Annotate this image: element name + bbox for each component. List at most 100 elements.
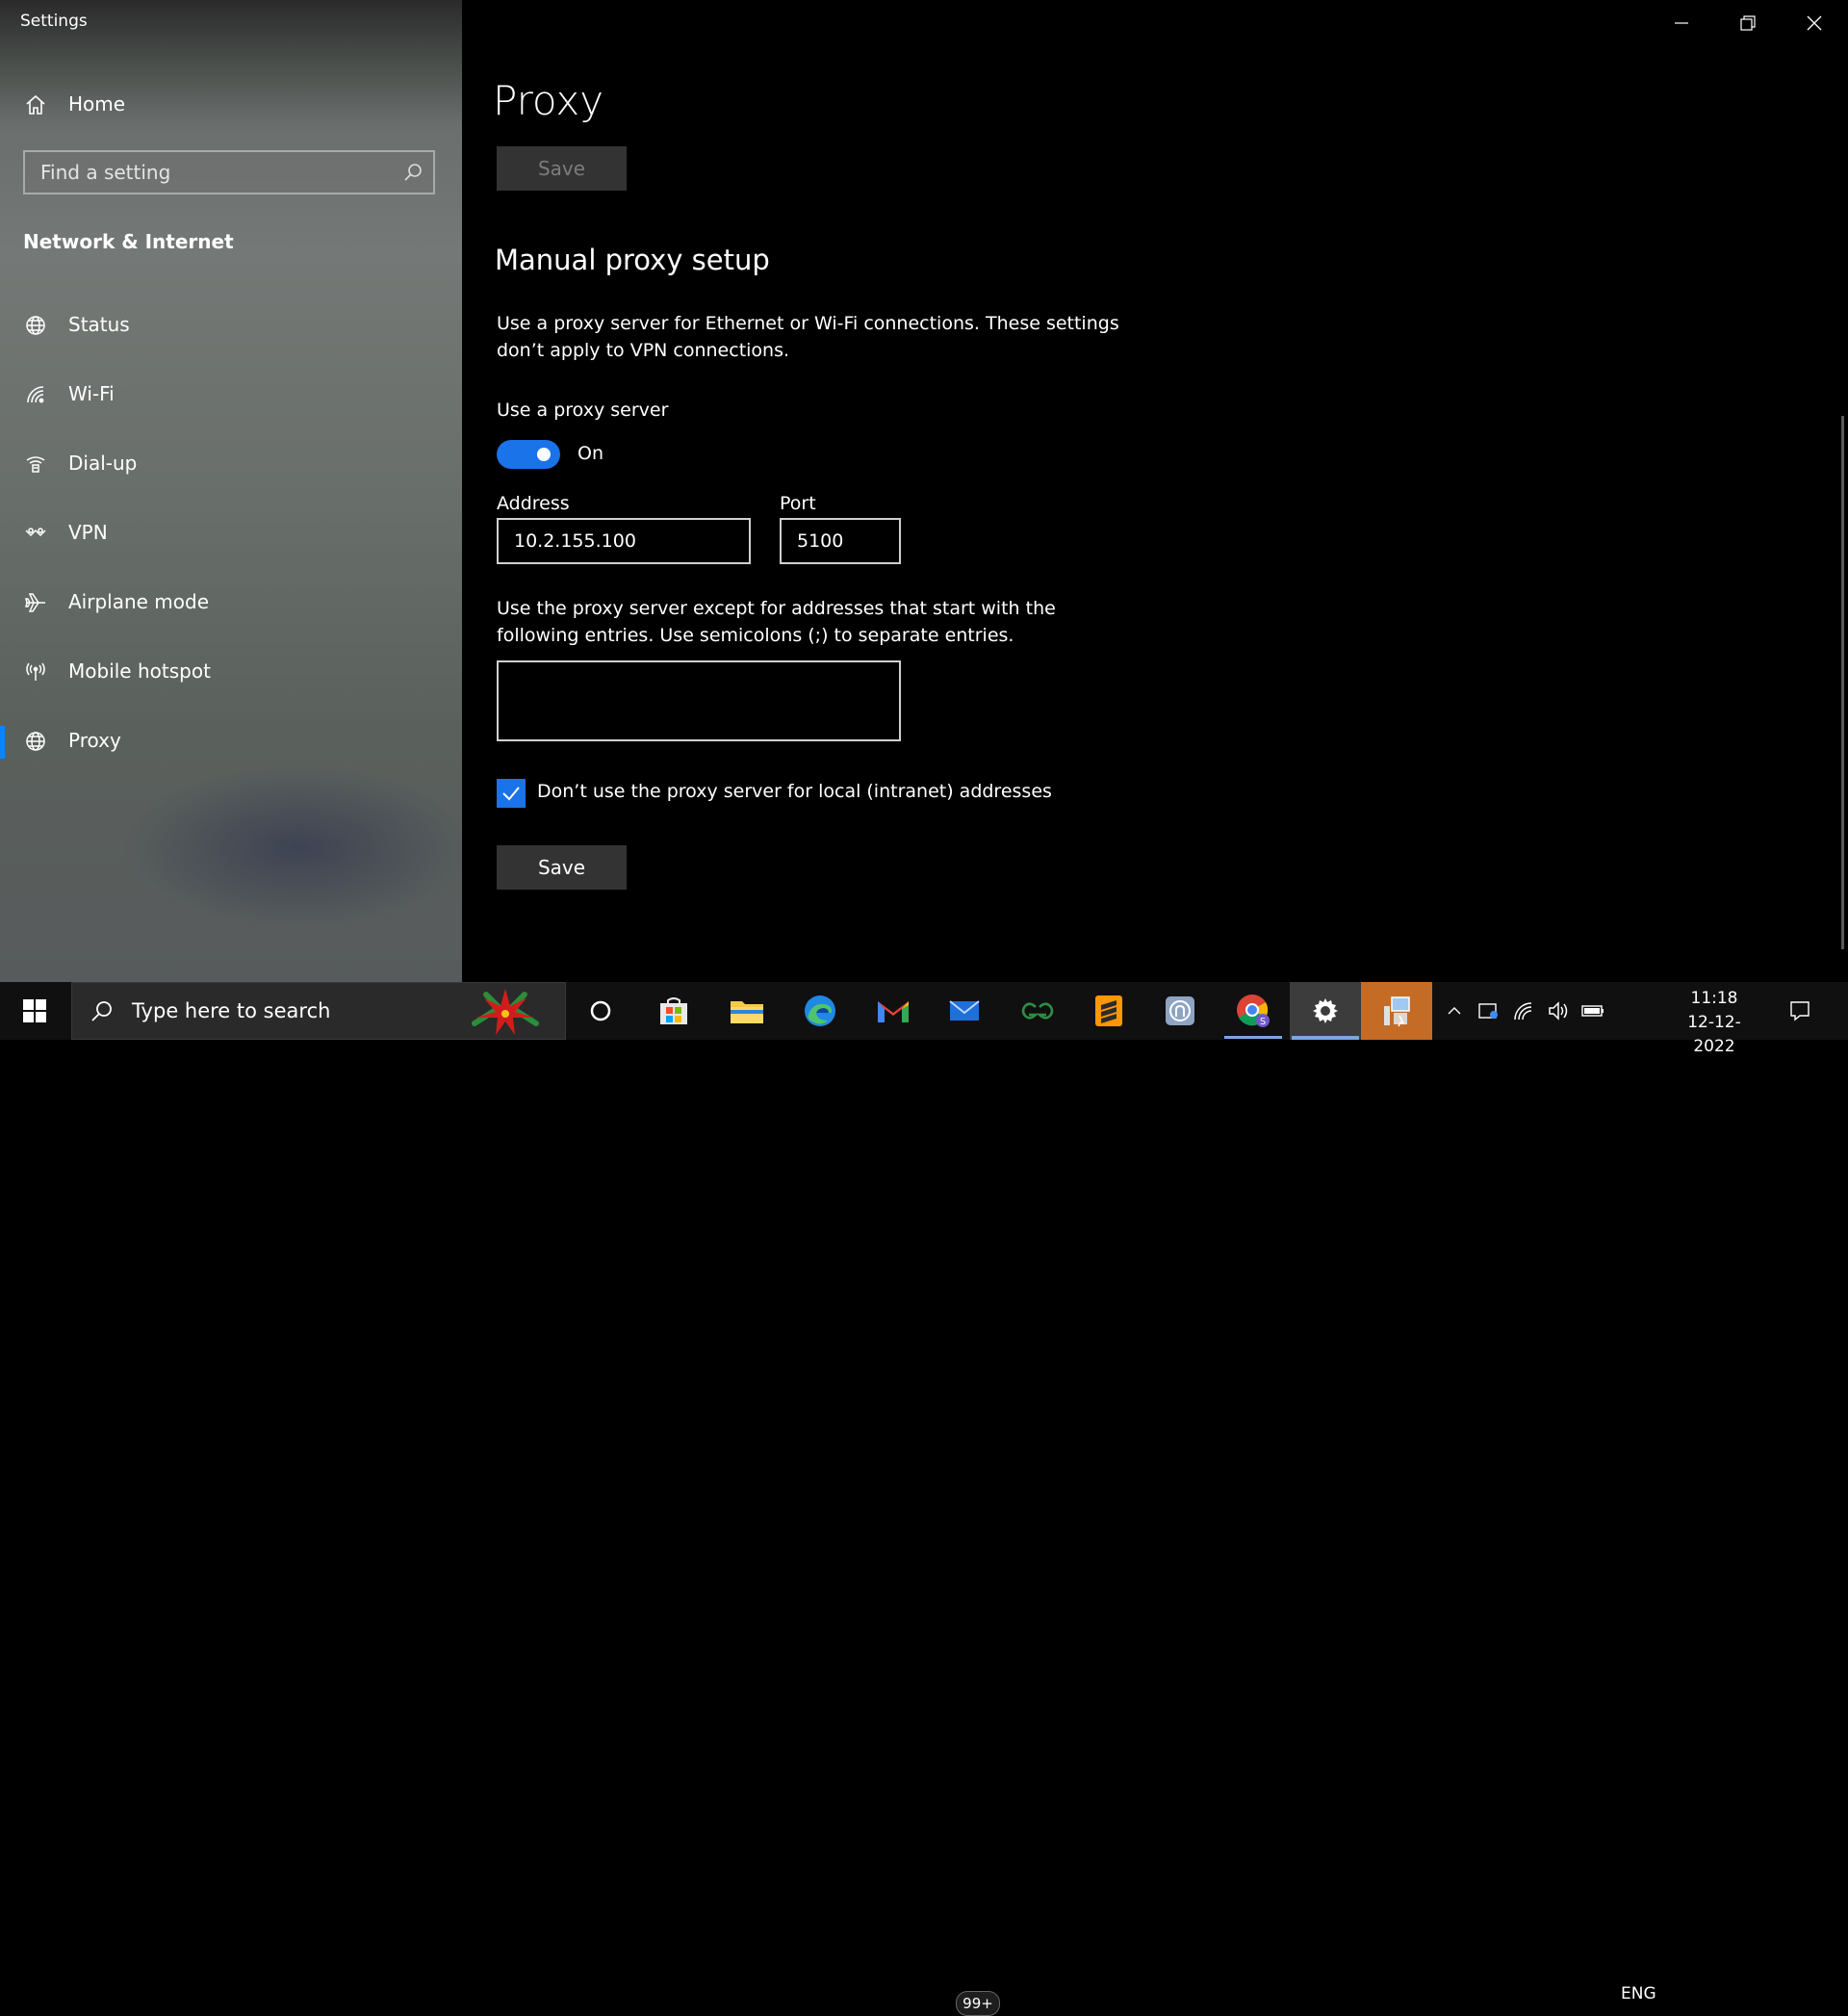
port-value: 5100 bbox=[797, 530, 844, 552]
page-title: Proxy bbox=[493, 77, 604, 124]
language-indicator[interactable]: ENG bbox=[1621, 1984, 1656, 2003]
action-center-button[interactable] bbox=[1771, 982, 1829, 1040]
sidebar-item-home[interactable]: Home bbox=[0, 87, 462, 123]
sidebar-item-label: Wi-Fi bbox=[68, 382, 115, 405]
taskbar-search-box[interactable]: Type here to search bbox=[71, 982, 566, 1040]
search-icon[interactable] bbox=[402, 162, 424, 183]
chevron-up-icon bbox=[1448, 1007, 1461, 1015]
sidebar-item-vpn[interactable]: VPN bbox=[0, 510, 462, 556]
sidebar-item-status[interactable]: Status bbox=[0, 302, 462, 349]
address-label: Address bbox=[497, 493, 570, 514]
minimize-button[interactable] bbox=[1648, 0, 1715, 46]
chrome-running-indicator bbox=[1224, 1036, 1282, 1039]
taskbar-app-fingerprint[interactable] bbox=[1149, 982, 1211, 1040]
clock-time: 11:18 bbox=[1690, 989, 1738, 1008]
taskbar-app-geeks[interactable] bbox=[1007, 982, 1068, 1040]
close-button[interactable] bbox=[1781, 0, 1848, 46]
restore-icon bbox=[1740, 15, 1756, 31]
port-label: Port bbox=[780, 493, 816, 514]
sidebar-item-label: VPN bbox=[68, 521, 108, 544]
taskbar-app-store[interactable] bbox=[643, 982, 705, 1040]
exceptions-description: Use the proxy server except for addresse… bbox=[497, 598, 1056, 646]
dialup-icon bbox=[23, 452, 48, 477]
settings-search-input[interactable]: Find a setting bbox=[23, 150, 435, 194]
mail-icon bbox=[949, 1000, 980, 1021]
taskbar-app-explorer[interactable] bbox=[716, 982, 778, 1040]
sidebar-item-wifi[interactable]: Wi-Fi bbox=[0, 372, 462, 418]
svg-text:S: S bbox=[1260, 1017, 1266, 1027]
windows-logo-icon bbox=[23, 999, 46, 1022]
toggle-knob bbox=[537, 448, 551, 461]
wifi-icon bbox=[1514, 1002, 1532, 1021]
globe-icon bbox=[23, 729, 48, 754]
sidebar: Settings Home Find a setting Network & I… bbox=[0, 0, 462, 982]
taskbar-app-sublime[interactable] bbox=[1078, 982, 1140, 1040]
port-input[interactable]: 5100 bbox=[780, 518, 901, 564]
start-button[interactable] bbox=[0, 982, 69, 1040]
home-icon bbox=[23, 92, 48, 117]
control-panel-icon bbox=[1384, 996, 1410, 1027]
tray-network[interactable] bbox=[1507, 982, 1540, 1040]
taskbar-app-gmail[interactable] bbox=[862, 982, 924, 1040]
home-label: Home bbox=[68, 92, 126, 116]
sublime-text-icon bbox=[1095, 995, 1122, 1026]
address-input[interactable]: 10.2.155.100 bbox=[497, 518, 751, 564]
airplane-icon bbox=[23, 590, 48, 615]
sidebar-item-label: Mobile hotspot bbox=[68, 659, 211, 683]
sidebar-item-mobile-hotspot[interactable]: Mobile hotspot bbox=[0, 649, 462, 695]
save-button-bottom[interactable]: Save bbox=[497, 845, 627, 890]
sidebar-item-airplane-mode[interactable]: Airplane mode bbox=[0, 580, 462, 626]
wifi-icon bbox=[23, 382, 48, 407]
minimize-icon bbox=[1675, 22, 1688, 24]
show-hidden-icons-button[interactable] bbox=[1438, 982, 1471, 1040]
search-placeholder: Find a setting bbox=[40, 161, 171, 184]
meet-now-icon bbox=[1478, 1003, 1498, 1019]
taskbar-app-chrome[interactable]: S bbox=[1222, 982, 1284, 1040]
save-button-top[interactable]: Save bbox=[497, 146, 627, 191]
local-addresses-checkbox[interactable] bbox=[497, 779, 526, 808]
chrome-icon: S bbox=[1237, 995, 1270, 1027]
local-addresses-label: Don’t use the proxy server for local (in… bbox=[537, 781, 1052, 802]
manual-proxy-heading: Manual proxy setup bbox=[495, 244, 770, 276]
task-view-button[interactable] bbox=[570, 982, 631, 1040]
sidebar-item-label: Dial-up bbox=[68, 452, 138, 475]
section-heading: Network & Internet bbox=[23, 230, 234, 253]
tray-meet-now[interactable] bbox=[1473, 982, 1505, 1040]
taskbar: Type here to search 99+ S ENG bbox=[0, 982, 1848, 2016]
sidebar-item-label: Proxy bbox=[68, 729, 121, 752]
use-proxy-toggle[interactable] bbox=[497, 440, 560, 469]
exceptions-textbox[interactable] bbox=[497, 660, 901, 741]
taskbar-app-control-panel[interactable] bbox=[1361, 982, 1432, 1040]
edge-icon bbox=[805, 995, 835, 1026]
microsoft-store-icon bbox=[660, 997, 687, 1024]
mail-badge: 99+ bbox=[956, 1991, 1000, 2016]
notification-icon bbox=[1790, 1001, 1810, 1021]
search-icon bbox=[91, 1001, 112, 1021]
globe-status-icon bbox=[23, 313, 48, 338]
gmail-icon bbox=[878, 1001, 909, 1022]
taskbar-search-placeholder: Type here to search bbox=[132, 999, 331, 1022]
sidebar-item-label: Airplane mode bbox=[68, 590, 210, 613]
restore-button[interactable] bbox=[1714, 0, 1782, 46]
fingerprint-app-icon bbox=[1166, 996, 1194, 1025]
taskbar-app-settings[interactable] bbox=[1290, 982, 1361, 1040]
address-value: 10.2.155.100 bbox=[514, 530, 636, 552]
taskbar-app-edge[interactable] bbox=[789, 982, 851, 1040]
settings-active-indicator bbox=[1292, 1036, 1359, 1040]
tray-battery[interactable] bbox=[1577, 982, 1609, 1040]
taskbar-app-mail[interactable] bbox=[936, 982, 997, 1040]
hotspot-icon bbox=[23, 659, 48, 685]
sidebar-item-dialup[interactable]: Dial-up bbox=[0, 441, 462, 487]
toggle-state-label: On bbox=[578, 443, 603, 464]
taskbar-clock[interactable]: 11:18 12-12-2022 bbox=[1671, 987, 1758, 1059]
geeksforgeeks-icon bbox=[1021, 1002, 1054, 1020]
sidebar-item-proxy[interactable]: Proxy bbox=[0, 718, 462, 764]
poinsettia-icon bbox=[472, 989, 539, 1035]
window-title: Settings bbox=[20, 12, 88, 31]
scrollbar[interactable] bbox=[1841, 416, 1844, 949]
close-icon bbox=[1807, 15, 1822, 31]
battery-icon bbox=[1581, 1005, 1604, 1017]
clock-date: 12-12-2022 bbox=[1687, 1013, 1741, 1056]
tray-volume[interactable] bbox=[1542, 982, 1575, 1040]
vpn-icon bbox=[23, 521, 48, 546]
